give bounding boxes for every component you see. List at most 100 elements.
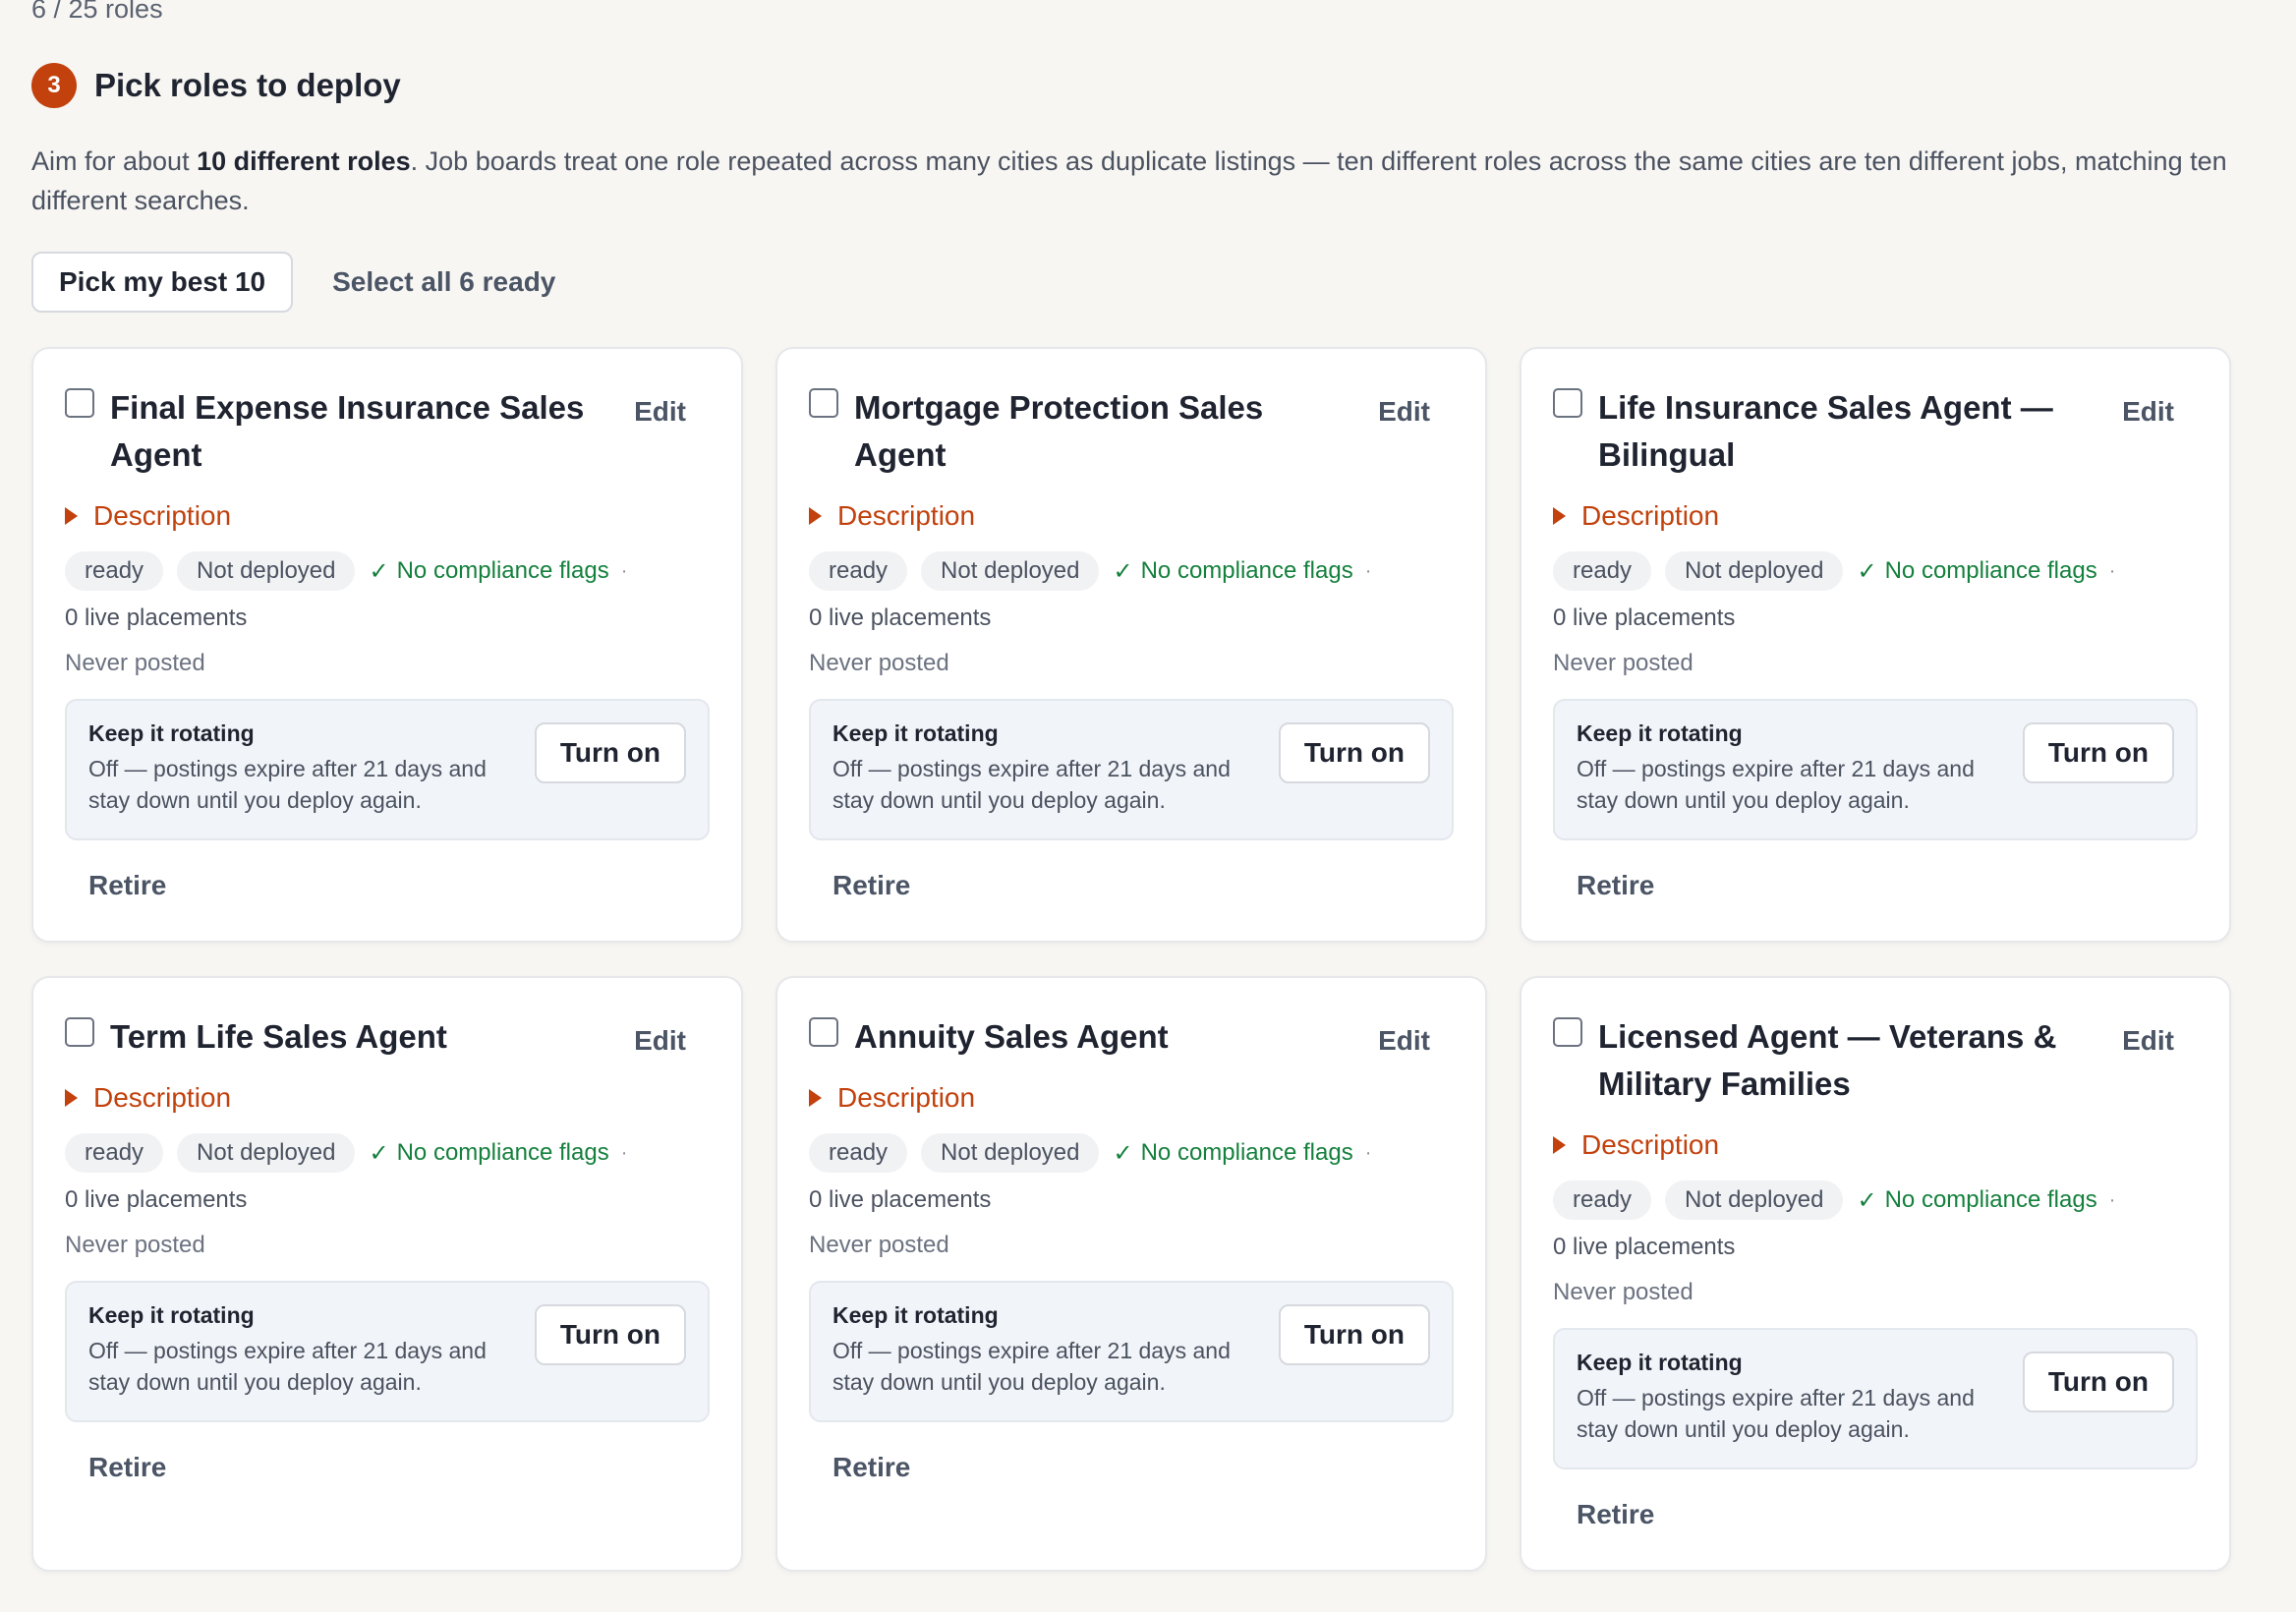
retire-button[interactable]: Retire — [1577, 1499, 2198, 1530]
compliance-status: ✓ No compliance flags — [369, 1139, 608, 1168]
keep-rotating-panel: Keep it rotating Off — postings expire a… — [1553, 699, 2198, 840]
edit-button[interactable]: Edit — [634, 1025, 686, 1057]
description-label: Description — [837, 500, 976, 531]
description-toggle[interactable]: Description — [65, 1082, 710, 1114]
role-title: Licensed Agent — Veterans & Military Fam… — [1598, 1018, 2057, 1102]
role-checkbox[interactable] — [65, 388, 94, 418]
rotate-description: Off — postings expire after 21 days and … — [832, 1338, 1231, 1395]
live-placements: 0 live placements — [809, 1186, 992, 1213]
edit-button[interactable]: Edit — [2122, 1025, 2174, 1057]
live-placements: 0 live placements — [1553, 604, 1736, 631]
separator-dot: · — [620, 559, 628, 582]
check-icon: ✓ — [369, 1139, 389, 1167]
separator-dot: · — [620, 1141, 628, 1164]
check-icon: ✓ — [1857, 1186, 1877, 1214]
caret-right-icon — [65, 1089, 78, 1107]
intro-bold: 10 different roles — [197, 146, 411, 176]
keep-rotating-panel: Keep it rotating Off — postings expire a… — [65, 699, 710, 840]
role-title: Term Life Sales Agent — [110, 1018, 447, 1055]
role-checkbox[interactable] — [809, 1017, 838, 1047]
role-card: Mortgage Protection Sales Agent Edit Des… — [775, 347, 1487, 943]
description-label: Description — [1581, 500, 1720, 531]
turn-on-button[interactable]: Turn on — [534, 1304, 686, 1365]
caret-right-icon — [1553, 507, 1566, 525]
separator-dot: · — [1364, 1141, 1372, 1164]
ready-badge: ready — [1553, 1180, 1652, 1220]
check-icon: ✓ — [1857, 557, 1877, 585]
keep-rotating-panel: Keep it rotating Off — postings expire a… — [65, 1281, 710, 1422]
check-icon: ✓ — [1113, 1139, 1133, 1167]
retire-button[interactable]: Retire — [832, 1452, 1454, 1483]
live-placements: 0 live placements — [809, 604, 992, 631]
description-label: Description — [1581, 1129, 1720, 1160]
separator-dot: · — [2108, 1188, 2116, 1211]
role-checkbox[interactable] — [1553, 388, 1582, 418]
turn-on-button[interactable]: Turn on — [534, 722, 686, 783]
turn-on-button[interactable]: Turn on — [1278, 722, 1430, 783]
posted-status: Never posted — [809, 650, 949, 676]
separator-dot: · — [2108, 559, 2116, 582]
role-card: Annuity Sales Agent Edit Description rea… — [775, 976, 1487, 1572]
ready-badge: ready — [65, 551, 164, 591]
description-toggle[interactable]: Description — [809, 500, 1454, 532]
page-title: Pick roles to deploy — [94, 67, 401, 103]
role-checkbox[interactable] — [1553, 1017, 1582, 1047]
keep-rotating-panel: Keep it rotating Off — postings expire a… — [809, 1281, 1454, 1422]
deploy-status-badge: Not deployed — [177, 551, 356, 591]
pick-best-button[interactable]: Pick my best 10 — [31, 252, 294, 313]
compliance-label: No compliance flags — [1140, 1139, 1353, 1166]
turn-on-button[interactable]: Turn on — [1278, 1304, 1430, 1365]
keep-rotating-panel: Keep it rotating Off — postings expire a… — [809, 699, 1454, 840]
step-number-badge: 3 — [31, 63, 77, 108]
edit-button[interactable]: Edit — [634, 396, 686, 428]
posted-status: Never posted — [809, 1232, 949, 1258]
role-checkbox[interactable] — [809, 388, 838, 418]
description-toggle[interactable]: Description — [1553, 1129, 2198, 1161]
ready-badge: ready — [809, 551, 908, 591]
rotate-description: Off — postings expire after 21 days and … — [832, 756, 1231, 813]
deploy-status-badge: Not deployed — [1665, 1180, 1844, 1220]
description-label: Description — [837, 1082, 976, 1113]
edit-button[interactable]: Edit — [2122, 396, 2174, 428]
compliance-status: ✓ No compliance flags — [1857, 1186, 2096, 1215]
compliance-status: ✓ No compliance flags — [1113, 557, 1352, 586]
retire-button[interactable]: Retire — [88, 870, 710, 901]
posted-status: Never posted — [65, 650, 205, 676]
role-checkbox[interactable] — [65, 1017, 94, 1047]
role-title: Mortgage Protection Sales Agent — [854, 389, 1264, 473]
deploy-status-badge: Not deployed — [921, 1133, 1100, 1173]
compliance-label: No compliance flags — [396, 557, 609, 584]
compliance-status: ✓ No compliance flags — [1857, 557, 2096, 586]
description-toggle[interactable]: Description — [65, 500, 710, 532]
posted-status: Never posted — [1553, 650, 1693, 676]
role-title: Annuity Sales Agent — [854, 1018, 1169, 1055]
turn-on-button[interactable]: Turn on — [2022, 722, 2174, 783]
description-toggle[interactable]: Description — [809, 1082, 1454, 1114]
compliance-label: No compliance flags — [1884, 1186, 2097, 1213]
keep-rotating-panel: Keep it rotating Off — postings expire a… — [1553, 1328, 2198, 1469]
retire-button[interactable]: Retire — [1577, 870, 2198, 901]
turn-on-button[interactable]: Turn on — [2022, 1352, 2174, 1412]
retire-button[interactable]: Retire — [88, 1452, 710, 1483]
description-label: Description — [93, 500, 232, 531]
description-toggle[interactable]: Description — [1553, 500, 2198, 532]
role-title: Life Insurance Sales Agent — Bilingual — [1598, 389, 2053, 473]
compliance-status: ✓ No compliance flags — [1113, 1139, 1352, 1168]
role-card: Term Life Sales Agent Edit Description r… — [31, 976, 743, 1572]
compliance-label: No compliance flags — [396, 1139, 609, 1166]
edit-button[interactable]: Edit — [1378, 396, 1430, 428]
check-icon: ✓ — [369, 557, 389, 585]
ready-badge: ready — [1553, 551, 1652, 591]
compliance-label: No compliance flags — [1884, 557, 2097, 584]
select-all-ready-button[interactable]: Select all 6 ready — [332, 266, 555, 298]
caret-right-icon — [809, 507, 822, 525]
retire-button[interactable]: Retire — [832, 870, 1454, 901]
posted-status: Never posted — [1553, 1279, 1693, 1305]
posted-status: Never posted — [65, 1232, 205, 1258]
rotate-description: Off — postings expire after 21 days and … — [1577, 1385, 1975, 1442]
edit-button[interactable]: Edit — [1378, 1025, 1430, 1057]
ready-badge: ready — [65, 1133, 164, 1173]
rotate-description: Off — postings expire after 21 days and … — [88, 1338, 487, 1395]
caret-right-icon — [1553, 1136, 1566, 1154]
deploy-status-badge: Not deployed — [921, 551, 1100, 591]
